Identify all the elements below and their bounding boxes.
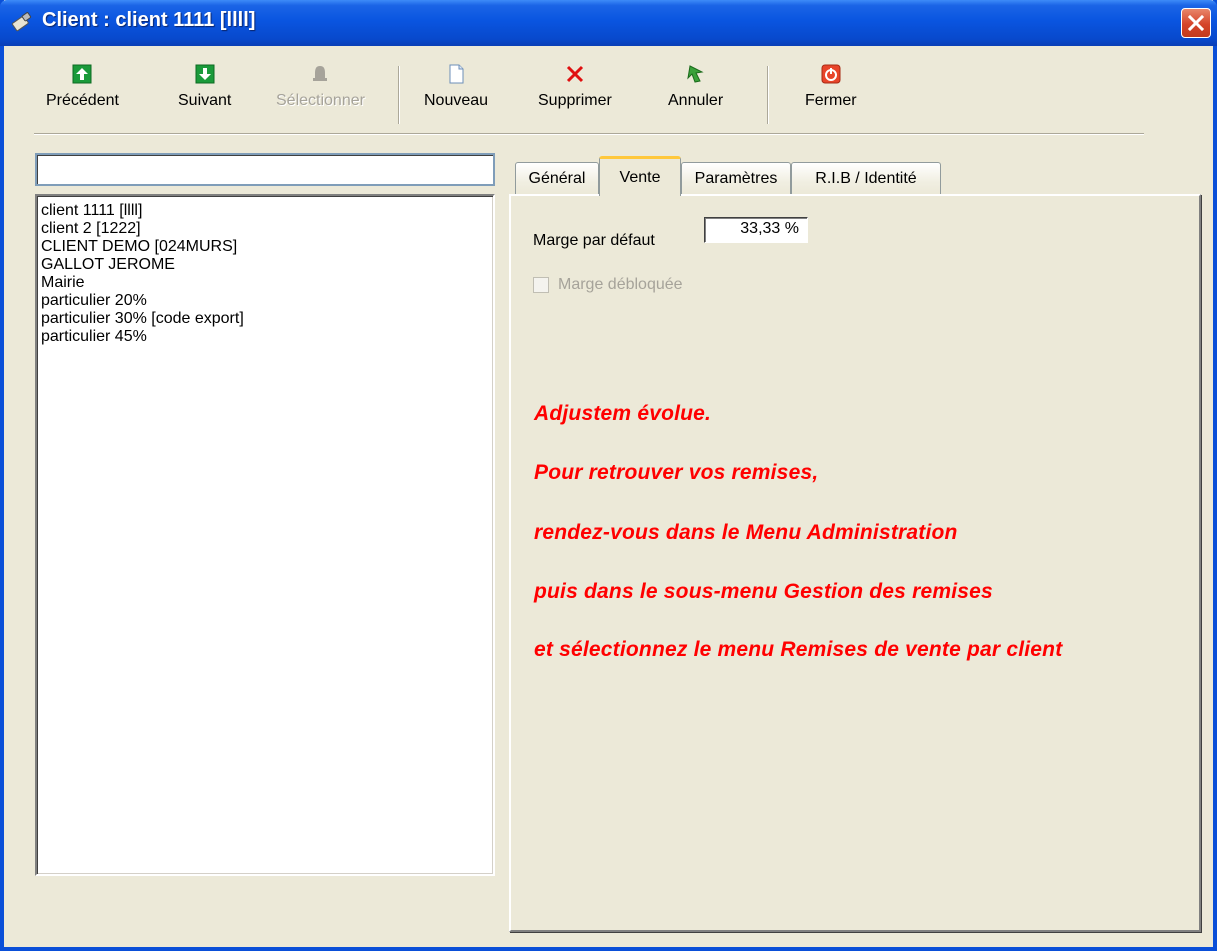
notice-line: puis dans le sous-menu Gestion des remis… [534, 580, 993, 603]
toolbar: Précédent Suivant Sélectionner Nouveau S… [4, 46, 1213, 136]
new-document-icon [449, 64, 464, 84]
new-label: Nouveau [424, 92, 489, 109]
tab-parametres-label: Paramètres [694, 169, 778, 187]
tab-vente[interactable]: Vente [599, 156, 681, 196]
list-item[interactable]: GALLOT JEROME [41, 256, 489, 274]
previous-label: Précédent [46, 92, 119, 109]
list-item[interactable]: particulier 30% [code export] [41, 310, 489, 328]
close-label: Fermer [805, 92, 857, 109]
list-item[interactable]: CLIENT DEMO [024MURS] [41, 238, 489, 256]
next-label: Suivant [178, 92, 232, 109]
marge-field[interactable]: 33,33 % [704, 217, 808, 243]
marge-debloquee-checkbox[interactable] [533, 277, 549, 293]
arrow-down-icon [195, 64, 215, 84]
cancel-label: Annuler [668, 92, 724, 109]
cancel-button[interactable]: Annuler [668, 64, 723, 124]
list-item[interactable]: Mairie [41, 274, 489, 292]
notice-line: Pour retrouver vos remises, [534, 461, 819, 484]
client-list[interactable]: client 1111 [llll] client 2 [1222] CLIENT … [35, 194, 495, 876]
close-icon [1187, 14, 1205, 32]
client-search-box[interactable] [35, 153, 495, 186]
toolbar-separator [398, 66, 400, 124]
marge-label: Marge par défaut [533, 232, 655, 249]
delete-x-icon [566, 65, 583, 83]
select-label: Sélectionner [276, 92, 365, 109]
marge-debloquee-label: Marge débloquée [558, 276, 683, 293]
tab-vente-label: Vente [619, 168, 661, 186]
notice-line: rendez-vous dans le Menu Administration [534, 521, 958, 544]
power-icon [821, 64, 841, 84]
close-window-button[interactable] [1181, 8, 1211, 38]
undo-arrow-icon [686, 65, 704, 83]
list-item[interactable]: particulier 45% [41, 328, 489, 346]
new-button[interactable]: Nouveau [424, 64, 488, 124]
title-bar[interactable]: Client : client 1111 [llll] [0, 0, 1217, 46]
tab-general-label: Général [528, 169, 586, 187]
toolbar-divider [34, 133, 1144, 135]
marge-debloquee-row: Marge débloquée [533, 276, 683, 294]
tab-parametres[interactable]: Paramètres [681, 162, 791, 194]
list-item[interactable]: client 1111 [llll] [41, 202, 489, 220]
bell-icon [313, 66, 328, 81]
tab-rib-identite-label: R.I.B / Identité [815, 169, 917, 187]
next-button[interactable]: Suivant [178, 64, 231, 124]
wrench-icon [11, 12, 32, 32]
window-title: Client : client 1111 [llll] [42, 9, 256, 31]
select-button[interactable]: Sélectionner [276, 64, 365, 124]
previous-button[interactable]: Précédent [46, 64, 119, 124]
arrow-up-icon [72, 64, 92, 84]
list-item[interactable]: particulier 20% [41, 292, 489, 310]
toolbar-separator [767, 66, 769, 124]
client-window: Client : client 1111 [llll] Précédent Su… [0, 0, 1217, 951]
close-button[interactable]: Fermer [805, 64, 857, 124]
delete-button[interactable]: Supprimer [538, 64, 612, 124]
delete-label: Supprimer [538, 92, 612, 109]
notice-line: et sélectionnez le menu Remises de vente… [534, 638, 1063, 661]
client-search-input[interactable] [37, 155, 493, 184]
notice-line: Adjustem évolue. [534, 402, 712, 425]
list-item[interactable]: client 2 [1222] [41, 220, 489, 238]
vente-panel: Marge par défaut 33,33 % Marge débloquée… [509, 194, 1201, 932]
tab-rib-identite[interactable]: R.I.B / Identité [791, 162, 941, 194]
tab-general[interactable]: Général [515, 162, 599, 194]
